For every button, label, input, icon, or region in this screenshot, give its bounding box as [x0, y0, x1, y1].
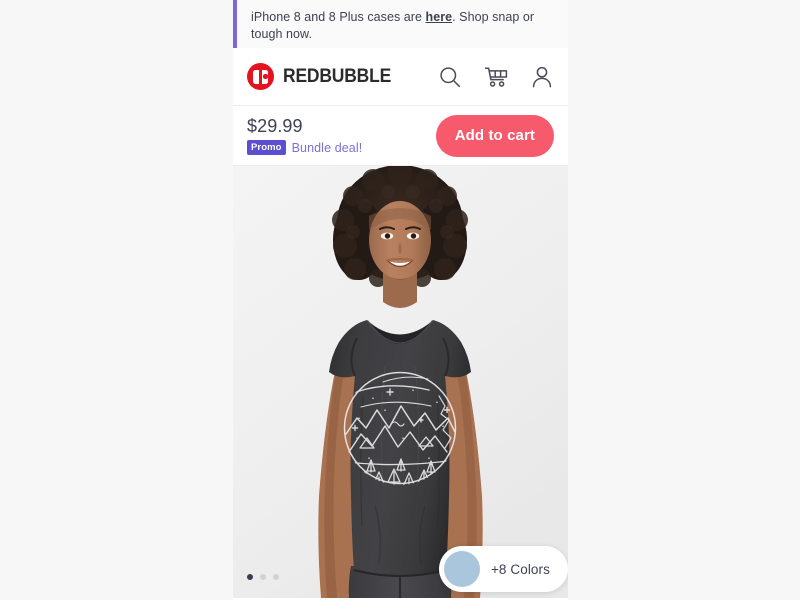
- price-block: $29.99 Promo Bundle deal!: [247, 116, 362, 155]
- price-bar: $29.99 Promo Bundle deal! Add to cart: [233, 106, 568, 166]
- brand-logo-link[interactable]: REDBUBBLE: [247, 63, 400, 90]
- cart-icon[interactable]: [484, 65, 508, 89]
- promo-banner: iPhone 8 and 8 Plus cases are here. Shop…: [233, 0, 568, 48]
- promo-row: Promo Bundle deal!: [247, 140, 362, 155]
- product-card: iPhone 8 and 8 Plus cases are here. Shop…: [233, 0, 568, 600]
- photo-pagination: [247, 574, 279, 580]
- promo-banner-text: iPhone 8 and 8 Plus cases are here. Shop…: [251, 9, 552, 42]
- site-header: REDBUBBLE: [233, 48, 568, 106]
- pagination-dot-2[interactable]: [260, 574, 266, 580]
- brand-wordmark: REDBUBBLE: [283, 65, 392, 87]
- account-icon[interactable]: [530, 65, 554, 89]
- color-picker-button[interactable]: +8 Colors: [438, 546, 568, 592]
- pagination-dot-3[interactable]: [273, 574, 279, 580]
- product-photo[interactable]: +8 Colors: [233, 166, 568, 598]
- color-swatch[interactable]: [443, 551, 480, 587]
- color-picker-label: +8 Colors: [490, 561, 550, 577]
- model-wearing-tshirt-image: [233, 166, 568, 598]
- promo-badge: Promo: [247, 140, 286, 155]
- banner-text-before: iPhone 8 and 8 Plus cases are: [251, 10, 426, 24]
- add-to-cart-button[interactable]: Add to cart: [435, 114, 554, 157]
- redbubble-logo-icon: [247, 63, 274, 90]
- pagination-dot-1[interactable]: [247, 574, 253, 580]
- product-price: $29.99: [247, 116, 303, 137]
- header-actions: [438, 65, 554, 89]
- search-icon[interactable]: [438, 65, 462, 89]
- banner-here-link[interactable]: here: [426, 10, 453, 24]
- promo-label[interactable]: Bundle deal!: [292, 141, 363, 155]
